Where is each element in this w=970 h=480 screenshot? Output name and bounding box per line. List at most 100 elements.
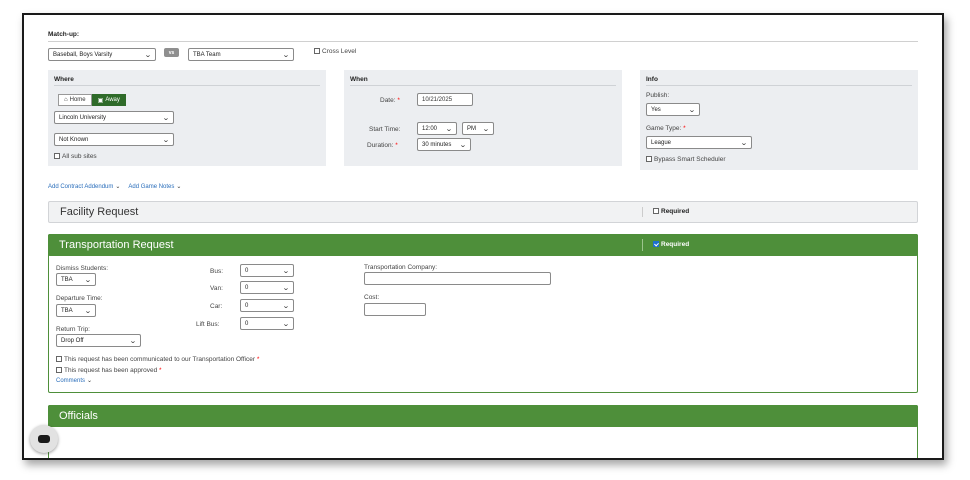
approved-label: This request has been approved <box>64 367 158 374</box>
sport-select-value: Baseball, Boys Varsity <box>53 51 113 58</box>
transportation-request-title: Transportation Request <box>59 239 174 251</box>
opponent-select[interactable]: TBA Team ⌄ <box>188 48 294 61</box>
chevron-down-icon: ⌄ <box>459 141 467 149</box>
game-type-select[interactable]: League ⌄ <box>646 136 752 149</box>
start-time-label: Start Time: <box>369 126 401 133</box>
chevron-down-icon: ⌄ <box>162 114 170 122</box>
comments-label: Comments <box>56 378 86 384</box>
add-game-notes-link[interactable]: Add Game Notes ⌄ <box>128 183 181 190</box>
transportation-required-checkbox[interactable]: Required <box>653 241 689 248</box>
facility-request-header[interactable]: Facility Request <box>48 201 918 223</box>
departure-time-label: Departure Time: <box>56 295 103 302</box>
facility-required-box[interactable] <box>653 208 659 215</box>
matchup-divider <box>48 41 918 42</box>
home-button[interactable]: ⌂ Home <box>58 94 92 106</box>
communicated-box[interactable] <box>56 356 62 363</box>
transportation-required-label: Required <box>661 241 690 248</box>
communicated-label: This request has been communicated to ou… <box>64 356 256 363</box>
cross-level-label: Cross Level <box>322 48 357 55</box>
departure-time-select[interactable]: TBA ⌄ <box>56 304 96 317</box>
duration-select[interactable]: 30 minutes ⌄ <box>417 138 471 151</box>
lift-bus-select[interactable]: 0 ⌄ <box>240 317 294 330</box>
chevron-down-icon: ⌄ <box>84 276 92 284</box>
bypass-checkbox[interactable]: Bypass Smart Scheduler <box>646 156 726 163</box>
dismiss-value: TBA <box>61 276 73 283</box>
chevron-down-icon: ⌄ <box>282 320 290 328</box>
away-button[interactable]: ▣ Away <box>91 94 126 106</box>
site-select[interactable]: Not Known ⌄ <box>54 133 174 146</box>
bus-select[interactable]: 0 ⌄ <box>240 264 294 277</box>
app-window: Match-up: Baseball, Boys Varsity ⌄ vs TBA… <box>22 13 944 460</box>
facility-request-title: Facility Request <box>60 206 139 218</box>
ampm-select[interactable]: PM ⌄ <box>462 122 494 135</box>
cross-level-box[interactable] <box>314 48 320 55</box>
cross-level-checkbox[interactable]: Cross Level <box>314 48 356 55</box>
chat-icon <box>38 435 50 443</box>
comments-toggle[interactable]: Comments ⌄ <box>56 377 92 384</box>
return-value: Drop Off <box>61 337 84 344</box>
chevron-down-icon: ⌄ <box>282 284 290 292</box>
cost-label: Cost: <box>364 294 380 301</box>
start-time-select[interactable]: 12:00 ⌄ <box>417 122 457 135</box>
where-panel: Where ⌂ Home ▣ Away Lincoln University ⌄ No… <box>48 70 326 166</box>
date-label: Date: * <box>380 97 400 104</box>
chevron-down-icon: ⌄ <box>162 136 170 144</box>
addon-links: Add Contract Addendum ⌄ Add Game Notes ⌄ <box>48 183 181 190</box>
cost-input[interactable] <box>364 303 426 316</box>
ampm-value: PM <box>467 125 476 132</box>
officials-title: Officials <box>59 410 98 422</box>
approved-checkbox[interactable]: This request has been approved * <box>56 367 162 374</box>
car-select[interactable]: 0 ⌄ <box>240 299 294 312</box>
chevron-down-icon: ⌄ <box>482 125 490 133</box>
facility-required-checkbox[interactable]: Required <box>653 208 689 215</box>
chevron-down-icon: ⌄ <box>282 51 290 59</box>
dismiss-students-label: Dismiss Students: <box>56 265 109 272</box>
lift-bus-value: 0 <box>245 320 249 327</box>
opponent-select-value: TBA Team <box>193 51 221 58</box>
transportation-panel <box>48 234 918 393</box>
where-title: Where <box>54 76 74 83</box>
publish-select[interactable]: Yes ⌄ <box>646 103 700 116</box>
return-trip-select[interactable]: Drop Off ⌄ <box>56 334 141 347</box>
date-input[interactable]: 10/21/2025 <box>417 93 473 106</box>
game-type-label: Game Type: * <box>646 125 686 132</box>
car-value: 0 <box>245 302 249 309</box>
communicated-checkbox[interactable]: This request has been communicated to ou… <box>56 356 259 363</box>
home-away-toggle: ⌂ Home ▣ Away <box>58 94 126 106</box>
home-icon: ⌂ <box>64 97 68 103</box>
chevron-down-icon: ⌄ <box>740 139 748 147</box>
matchup-label: Match-up: <box>48 31 80 38</box>
bus-icon: ▣ <box>97 97 104 104</box>
transportation-request-header[interactable]: Transportation Request <box>48 234 918 256</box>
transportation-company-input[interactable] <box>364 272 551 285</box>
facility-divider <box>642 207 643 217</box>
site-value: Not Known <box>59 136 89 143</box>
add-contract-addendum-link[interactable]: Add Contract Addendum ⌄ <box>48 183 120 190</box>
transportation-required-box[interactable] <box>653 241 659 248</box>
car-label: Car: <box>210 303 223 310</box>
when-title: When <box>350 76 368 83</box>
lift-bus-label: Lift Bus: <box>196 321 220 328</box>
officials-header[interactable]: Officials <box>48 405 918 427</box>
start-time-value: 12:00 <box>422 125 438 132</box>
location-select[interactable]: Lincoln University ⌄ <box>54 111 174 124</box>
all-sub-sites-checkbox[interactable]: All sub sites <box>54 153 97 160</box>
approved-box[interactable] <box>56 367 62 374</box>
dismiss-students-select[interactable]: TBA ⌄ <box>56 273 96 286</box>
van-label: Van: <box>210 285 223 292</box>
when-panel: When Date: * 10/21/2025 Start Time: 12:0… <box>344 70 622 166</box>
sport-select[interactable]: Baseball, Boys Varsity ⌄ <box>48 48 156 61</box>
publish-value: Yes <box>651 106 661 113</box>
away-label: Away <box>105 97 120 103</box>
location-value: Lincoln University <box>59 114 107 121</box>
bypass-label: Bypass Smart Scheduler <box>654 156 726 163</box>
van-select[interactable]: 0 ⌄ <box>240 281 294 294</box>
where-divider <box>54 85 320 86</box>
bypass-box[interactable] <box>646 156 652 163</box>
transportation-company-label: Transportation Company: <box>364 264 438 271</box>
all-sub-sites-box[interactable] <box>54 153 60 160</box>
chevron-down-icon: ⌄ <box>86 378 92 384</box>
chevron-down-icon: ⌄ <box>144 51 152 59</box>
chevron-down-icon: ⌄ <box>176 184 182 190</box>
chat-launcher-button[interactable] <box>30 425 58 453</box>
